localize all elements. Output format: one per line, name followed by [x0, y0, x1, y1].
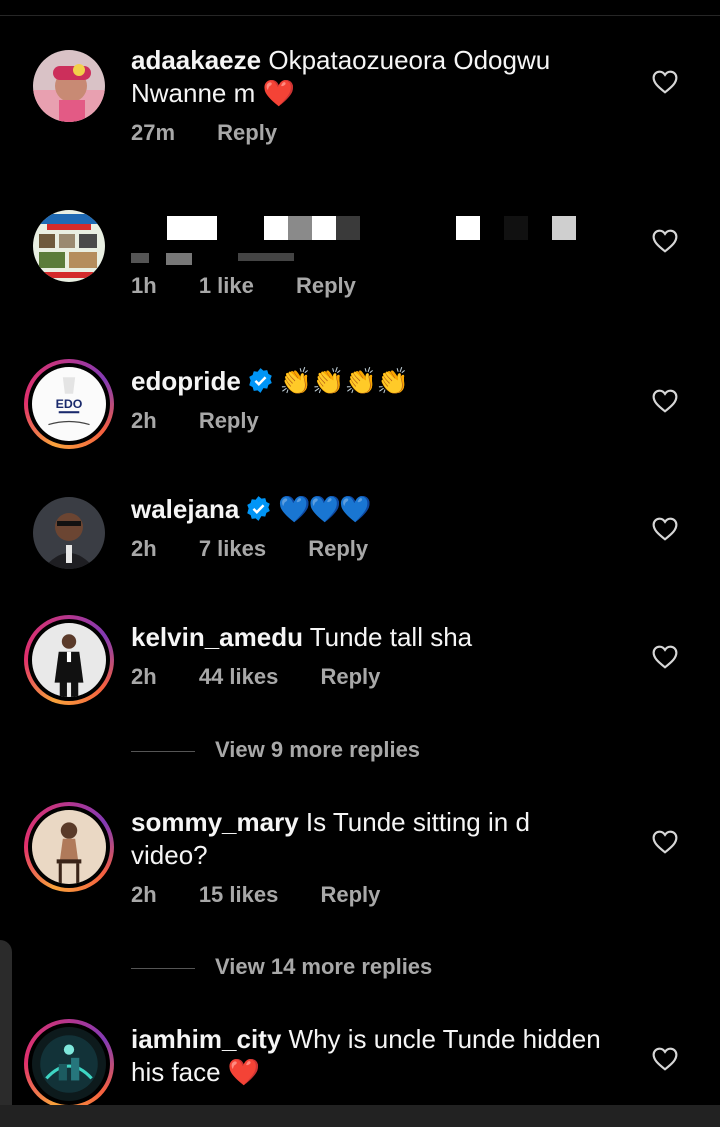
- comment-body: Okpataozueora Odogwu: [268, 45, 551, 75]
- likes-count[interactable]: 1 like: [199, 273, 254, 298]
- view-more-replies-button[interactable]: View 14 more replies: [131, 954, 432, 980]
- avatar[interactable]: [33, 497, 105, 569]
- man-in-suit-photo-icon: [32, 623, 106, 697]
- like-heart-icon[interactable]: [652, 1047, 678, 1071]
- timestamp: 2h: [131, 882, 157, 907]
- like-heart-icon[interactable]: [652, 645, 678, 669]
- reply-button[interactable]: Reply: [217, 120, 277, 145]
- reply-button[interactable]: Reply: [320, 664, 380, 689]
- avatar[interactable]: [33, 210, 105, 282]
- timestamp: 27m: [131, 120, 176, 145]
- reply-button[interactable]: Reply: [296, 273, 356, 298]
- like-heart-icon[interactable]: [652, 70, 678, 94]
- comment-text-continued: video?: [131, 840, 208, 870]
- comment-meta: 27m Reply: [131, 120, 640, 146]
- comment-body: Is Tunde sitting in d: [305, 807, 530, 837]
- comment-text: iamhim_city Why is uncle Tunde hidden: [131, 1023, 640, 1056]
- girl-photo-icon: [33, 50, 105, 122]
- likes-count[interactable]: 44 likes: [199, 664, 279, 689]
- username[interactable]: edopride: [131, 366, 241, 396]
- top-divider: [0, 15, 720, 16]
- timestamp: 2h: [131, 408, 157, 433]
- username[interactable]: adaakaeze: [131, 45, 261, 75]
- like-heart-icon[interactable]: [652, 389, 678, 413]
- comment-text: adaakaeze Okpataozueora Odogwu: [131, 44, 640, 77]
- comment-text: walejana 💙💙💙: [131, 493, 640, 526]
- comment-meta: 2h 7 likes Reply: [131, 536, 640, 562]
- timestamp: 2h: [131, 664, 157, 689]
- comment-text-continued: his face ❤️: [131, 1057, 261, 1087]
- comment-text: edopride 👏👏👏👏: [131, 365, 640, 398]
- pet-logistics-poster-icon: [33, 210, 105, 282]
- avatar-story-ring[interactable]: [24, 615, 114, 705]
- bottom-input-bar[interactable]: [0, 1105, 720, 1127]
- reply-button[interactable]: Reply: [320, 882, 380, 907]
- man-photo-icon: [33, 497, 105, 569]
- likes-count[interactable]: 7 likes: [199, 536, 266, 561]
- view-more-dash: [131, 967, 195, 969]
- comment-body: 💙💙💙: [278, 494, 371, 524]
- view-more-label: View 9 more replies: [215, 737, 421, 762]
- reply-button[interactable]: Reply: [199, 408, 259, 433]
- comment-text: sommy_mary Is Tunde sitting in d: [131, 806, 640, 839]
- woman-photo-icon: [32, 810, 106, 884]
- likes-count[interactable]: 15 likes: [199, 882, 279, 907]
- edo-logo-icon: EDO: [32, 367, 106, 441]
- svg-text:EDO: EDO: [56, 397, 83, 411]
- view-more-replies-button[interactable]: View 9 more replies: [131, 737, 420, 763]
- comment-text: kelvin_amedu Tunde tall sha: [131, 621, 640, 654]
- avatar-story-ring[interactable]: EDO: [24, 359, 114, 449]
- like-heart-icon[interactable]: [652, 517, 678, 541]
- avatar-story-ring[interactable]: [24, 802, 114, 892]
- verified-badge-icon: [245, 495, 272, 522]
- comment-meta: 2h 44 likes Reply: [131, 664, 640, 690]
- verified-badge-icon: [247, 367, 274, 394]
- reply-button[interactable]: Reply: [308, 536, 368, 561]
- username[interactable]: sommy_mary: [131, 807, 299, 837]
- timestamp: 2h: [131, 536, 157, 561]
- username[interactable]: kelvin_amedu: [131, 622, 303, 652]
- like-heart-icon[interactable]: [652, 830, 678, 854]
- view-more-label: View 14 more replies: [215, 954, 433, 979]
- comment-body: Why is uncle Tunde hidden: [288, 1024, 601, 1054]
- city-art-icon: [32, 1027, 106, 1101]
- username[interactable]: iamhim_city: [131, 1024, 281, 1054]
- comment-meta: 1h 1 like Reply: [131, 273, 640, 299]
- like-heart-icon[interactable]: [652, 229, 678, 253]
- timestamp: 1h: [131, 273, 157, 298]
- comment-meta: 2h Reply: [131, 408, 640, 434]
- side-drawer-handle[interactable]: [0, 940, 12, 1105]
- username[interactable]: walejana: [131, 494, 239, 524]
- comment-text-continued: Nwanne m ❤️: [131, 78, 295, 108]
- avatar[interactable]: [33, 50, 105, 122]
- comment-body: 👏👏👏👏: [279, 366, 410, 396]
- comment-body: Tunde tall sha: [309, 622, 473, 652]
- view-more-dash: [131, 750, 195, 752]
- comment-meta: 2h 15 likes Reply: [131, 882, 640, 908]
- avatar-story-ring[interactable]: [24, 1019, 114, 1109]
